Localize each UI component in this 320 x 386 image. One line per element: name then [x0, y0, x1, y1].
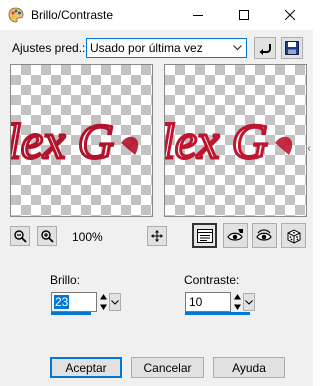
close-button[interactable]: [267, 0, 313, 30]
ok-button[interactable]: Aceptar: [50, 357, 122, 378]
up-down-arrows-icon: [100, 294, 107, 310]
randomize-dice-icon: [287, 228, 300, 244]
proof-button[interactable]: [223, 223, 248, 248]
zoom-in-icon: [41, 230, 54, 243]
presets-select[interactable]: Usado por última vez: [86, 38, 247, 58]
expand-arrow-icon[interactable]: ‹: [305, 140, 313, 156]
zoom-out-button[interactable]: [10, 226, 30, 246]
preview-toggle-button[interactable]: [192, 223, 217, 248]
presets-label: Ajustes pred.:: [12, 41, 86, 55]
brightness-label: Brillo:: [50, 273, 81, 287]
preview-before[interactable]: lex G: [10, 64, 153, 217]
brightness-spinner[interactable]: [98, 292, 109, 312]
brightness-value: 23: [54, 295, 70, 309]
contrast-input[interactable]: 10: [185, 292, 231, 312]
chevron-down-icon: [111, 299, 119, 305]
contrast-value: 10: [189, 295, 203, 309]
brightness-slider-bar[interactable]: [51, 312, 91, 315]
auto-proof-eye-icon: [255, 228, 272, 241]
preview-sample-text: lex G: [165, 113, 268, 169]
preview-toggle-icon: [196, 228, 213, 243]
brightness-input[interactable]: 23: [51, 292, 97, 312]
randomize-button[interactable]: [281, 223, 306, 248]
up-down-arrows-icon: [234, 294, 241, 310]
zoom-in-button[interactable]: [37, 226, 57, 246]
minimize-button[interactable]: [175, 0, 221, 30]
chevron-down-icon: [245, 299, 253, 305]
chevron-down-icon: [229, 39, 246, 57]
save-disk-icon: [285, 41, 299, 55]
presets-selected-value: Usado por última vez: [90, 41, 203, 55]
maximize-button[interactable]: [221, 0, 267, 30]
maximize-icon: [239, 10, 249, 20]
minimize-icon: [193, 15, 203, 16]
pan-move-icon: [151, 230, 163, 242]
paint-palette-icon: [8, 7, 24, 23]
save-preset-button[interactable]: [281, 37, 303, 59]
close-icon: [285, 10, 295, 20]
proof-eye-icon: [226, 228, 243, 241]
title-bar: Brillo/Contraste: [0, 0, 313, 30]
zoom-level: 100%: [72, 230, 103, 244]
cancel-button[interactable]: Cancelar: [131, 357, 204, 378]
contrast-dropdown[interactable]: [243, 293, 255, 311]
reset-arrow-icon: [259, 44, 271, 55]
window-title: Brillo/Contraste: [31, 8, 114, 22]
contrast-slider-bar[interactable]: [185, 312, 250, 315]
pan-button[interactable]: [147, 226, 167, 246]
auto-proof-button[interactable]: [252, 223, 277, 248]
contrast-spinner[interactable]: [232, 292, 243, 312]
preview-sample-text: lex G: [11, 113, 114, 169]
contrast-label: Contraste:: [184, 273, 240, 287]
dialog-window: Brillo/Contraste Ajustes pred.: Usado po…: [0, 0, 313, 386]
reset-button[interactable]: [254, 37, 276, 59]
preview-after[interactable]: lex G: [164, 64, 307, 217]
help-button[interactable]: Ayuda: [213, 357, 285, 378]
zoom-out-icon: [14, 230, 27, 243]
brightness-dropdown[interactable]: [109, 293, 121, 311]
